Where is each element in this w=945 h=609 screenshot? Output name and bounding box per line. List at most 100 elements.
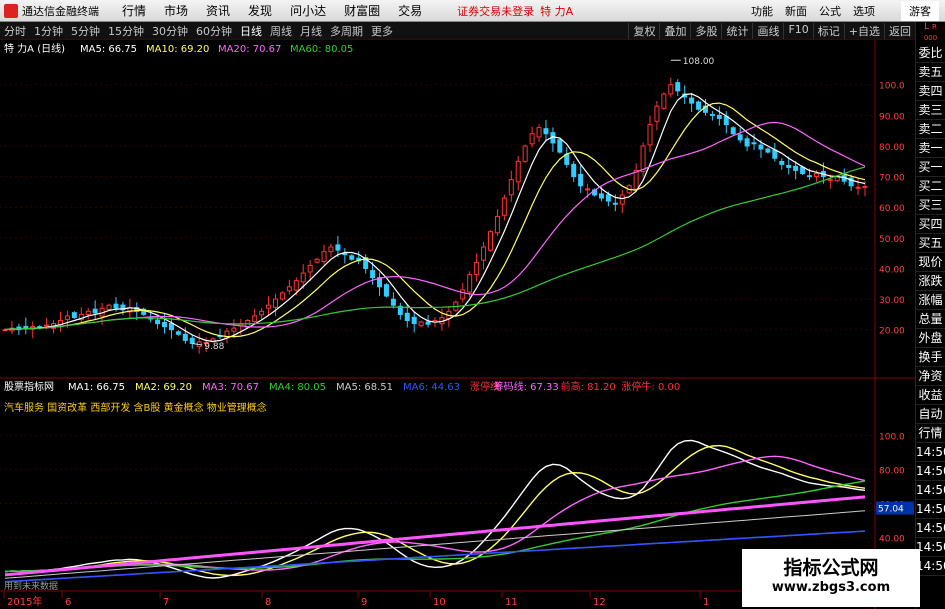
sidebar-item-13[interactable]: 涨幅 [916, 291, 945, 310]
tool-button-0[interactable]: 复权 [628, 22, 659, 39]
stock-name-title: 特 力A [540, 4, 574, 18]
right-menu-item-3[interactable]: 选项 [853, 3, 875, 19]
sidebar-item-15[interactable]: 外盘 [916, 329, 945, 348]
period-tab-3[interactable]: 15分钟 [108, 23, 144, 39]
candle-body [272, 298, 278, 308]
candle-body [786, 164, 792, 168]
candle-body [578, 173, 584, 187]
period-tab-10[interactable]: 更多 [371, 23, 393, 39]
sidebar-item-5[interactable]: 卖一 [916, 139, 945, 158]
sidebar-item-18[interactable]: 收益 [916, 386, 945, 405]
sidebar-item-22[interactable]: 14:50 [916, 462, 945, 481]
app-logo-icon [4, 3, 18, 18]
sidebar-item-23[interactable]: 14:50 [916, 481, 945, 500]
sidebar-item-10[interactable]: 买五 [916, 234, 945, 253]
sidebar-item-17[interactable]: 净资 [916, 367, 945, 386]
period-tab-7[interactable]: 周线 [270, 23, 292, 39]
candle-body [279, 292, 285, 300]
sub-ma-line-2 [4, 455, 866, 573]
right-menu-item-2[interactable]: 公式 [819, 3, 841, 19]
candle-body [85, 310, 91, 315]
y-tick-label: 60.00 [879, 204, 905, 214]
sub-ma5-line [4, 510, 866, 579]
candle-body [404, 312, 410, 322]
sidebar-item-16[interactable]: 换手 [916, 348, 945, 367]
main-legend-1: MA10: 69.20 [146, 44, 209, 55]
tool-button-1[interactable]: 叠加 [659, 22, 690, 39]
guest-button[interactable]: 游客 [901, 0, 939, 21]
menu-item-6[interactable]: 交易 [398, 2, 422, 19]
sidebar-item-9[interactable]: 买四 [916, 215, 945, 234]
menu-item-5[interactable]: 财富圈 [344, 2, 380, 19]
sidebar-item-21[interactable]: 14:50 [916, 443, 945, 462]
menu-item-4[interactable]: 问小达 [290, 2, 326, 19]
tool-button-8[interactable]: 返回 [884, 22, 915, 39]
sidebar-item-0[interactable]: 委比 [916, 44, 945, 63]
sidebar-item-20[interactable]: 行情 [916, 424, 945, 443]
tool-button-4[interactable]: 画线 [752, 22, 783, 39]
candle-body [605, 194, 611, 202]
candle-body [827, 179, 833, 182]
sidebar-item-6[interactable]: 买一 [916, 158, 945, 177]
menu-item-1[interactable]: 市场 [164, 2, 188, 19]
candle-body [321, 251, 327, 262]
tool-button-5[interactable]: F10 [783, 22, 812, 39]
tool-button-7[interactable]: +自选 [843, 22, 884, 39]
right-menu: 功能 新面 公式 选项 游客 [739, 0, 945, 21]
candle-body [481, 246, 487, 261]
tool-button-3[interactable]: 统计 [721, 22, 752, 39]
sub-legend-1: MA2: 69.20 [135, 382, 192, 393]
candle-body [168, 322, 174, 331]
login-warning[interactable]: 证券交易未登录 [457, 3, 534, 19]
candle-body [529, 133, 535, 145]
sidebar-item-19[interactable]: 自动 [916, 405, 945, 424]
right-menu-item-1[interactable]: 新面 [785, 3, 807, 19]
sidebar-item-12[interactable]: 涨跌 [916, 272, 945, 291]
sub-ma-line-3 [4, 480, 866, 573]
period-tab-0[interactable]: 分时 [4, 23, 26, 39]
period-tab-1[interactable]: 1分钟 [34, 23, 63, 39]
kline-chart[interactable]: 100.0 90.00 80.00 70.00 60.00 50.00 40.00 30.00… [0, 40, 915, 609]
x-tick-label: 7 [163, 597, 169, 608]
period-tab-8[interactable]: 月线 [300, 23, 322, 39]
candle-body [730, 127, 736, 135]
candle-body [862, 186, 868, 189]
period-tab-5[interactable]: 60分钟 [196, 23, 232, 39]
tool-button-2[interactable]: 多股 [690, 22, 721, 39]
candle-body [571, 163, 577, 178]
sidebar-item-24[interactable]: 14:50 [916, 500, 945, 519]
sidebar-item-7[interactable]: 买二 [916, 177, 945, 196]
candle-body [598, 193, 604, 199]
sub-y-tick-label: 100.0 [879, 432, 905, 442]
menu-item-2[interactable]: 资讯 [206, 2, 230, 19]
sub-legend-5: MA6: 44.63 [403, 382, 460, 393]
sidebar-item-1[interactable]: 卖五 [916, 63, 945, 82]
candle-body [474, 261, 480, 276]
sidebar-item-3[interactable]: 卖三 [916, 101, 945, 120]
sidebar-item-27[interactable]: 14:50 [916, 557, 945, 576]
sidebar-item-2[interactable]: 卖四 [916, 82, 945, 101]
main-legend-2: MA20: 70.67 [218, 44, 281, 55]
tool-button-6[interactable]: 标记 [812, 22, 844, 39]
sidebar-item-11[interactable]: 现价 [916, 253, 945, 272]
candle-body [113, 303, 119, 309]
sub-legend-2: MA3: 70.67 [202, 382, 259, 393]
candle-body [661, 93, 667, 109]
sidebar-item-4[interactable]: 卖二 [916, 120, 945, 139]
right-menu-item-0[interactable]: 功能 [751, 3, 773, 19]
period-tab-2[interactable]: 5分钟 [71, 23, 100, 39]
sub-legend-8: 前高: 81.20 [561, 380, 616, 393]
period-toolbar: 分时 1分钟 5分钟 15分钟 30分钟 60分钟 日线 周线 月线 多周期 更多 复权 叠加 多股 统计… [0, 22, 915, 40]
low-label: 9.88 [204, 342, 224, 352]
sub-legend-4: MA5: 68.51 [336, 382, 393, 393]
sidebar-item-8[interactable]: 买三 [916, 196, 945, 215]
sidebar-item-26[interactable]: 14:50 [916, 538, 945, 557]
menu-bar: 通达信金融终端 行情 市场 资讯 发现 问小达 财富圈 交易 证券交易未登录 特 力A 功能… [0, 0, 945, 22]
menu-item-3[interactable]: 发现 [248, 2, 272, 19]
sidebar-item-14[interactable]: 总量 [916, 310, 945, 329]
menu-item-0[interactable]: 行情 [122, 2, 146, 19]
sidebar-item-25[interactable]: 14:50 [916, 519, 945, 538]
period-tab-9[interactable]: 多周期 [330, 23, 363, 39]
period-tab-6[interactable]: 日线 [240, 23, 262, 39]
period-tab-4[interactable]: 30分钟 [152, 23, 188, 39]
